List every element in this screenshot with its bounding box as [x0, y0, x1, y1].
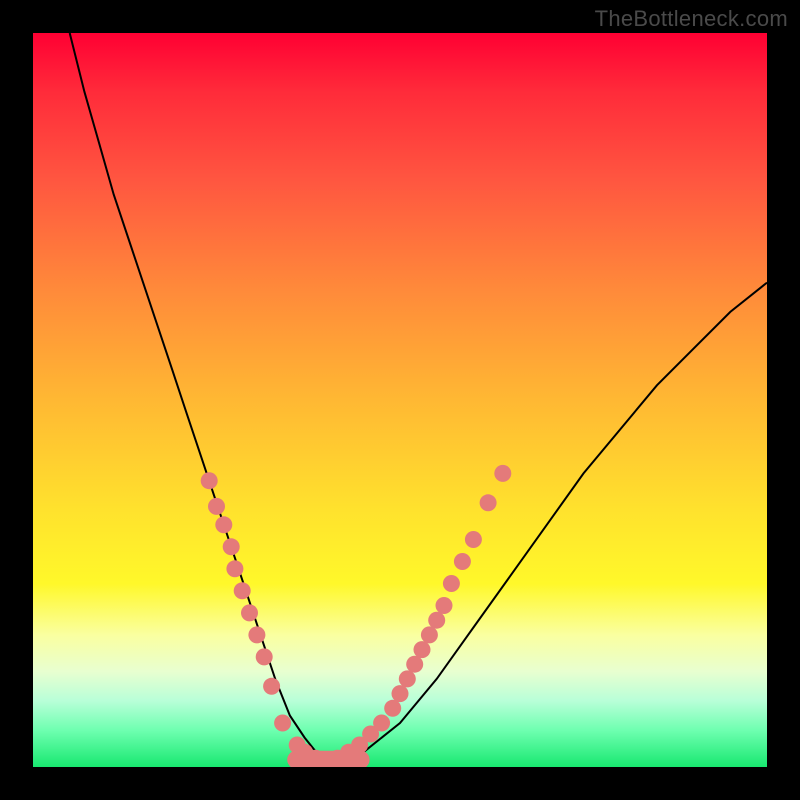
marker-dot	[392, 685, 409, 702]
marker-group	[201, 465, 512, 767]
marker-dot	[226, 560, 243, 577]
watermark-text: TheBottleneck.com	[595, 6, 788, 32]
bottom-marker-bar	[287, 751, 369, 767]
marker-dot	[223, 538, 240, 555]
marker-dot	[494, 465, 511, 482]
plot-area	[33, 33, 767, 767]
marker-dot	[208, 498, 225, 515]
marker-dot	[201, 472, 218, 489]
marker-dot	[414, 641, 431, 658]
marker-dot	[256, 648, 273, 665]
marker-dot	[443, 575, 460, 592]
marker-dot	[234, 582, 251, 599]
marker-dot	[428, 612, 445, 629]
marker-dot	[406, 656, 423, 673]
marker-dot	[373, 715, 390, 732]
marker-dot	[241, 604, 258, 621]
marker-dot	[384, 700, 401, 717]
marker-dot	[436, 597, 453, 614]
marker-dot	[399, 670, 416, 687]
marker-dot	[263, 678, 280, 695]
marker-dot	[215, 516, 232, 533]
chart-overlay	[33, 33, 767, 767]
marker-dot	[465, 531, 482, 548]
marker-dot	[480, 494, 497, 511]
chart-frame: TheBottleneck.com	[0, 0, 800, 800]
marker-dot	[454, 553, 471, 570]
marker-dot	[248, 626, 265, 643]
marker-dot	[421, 626, 438, 643]
marker-dot	[274, 715, 291, 732]
